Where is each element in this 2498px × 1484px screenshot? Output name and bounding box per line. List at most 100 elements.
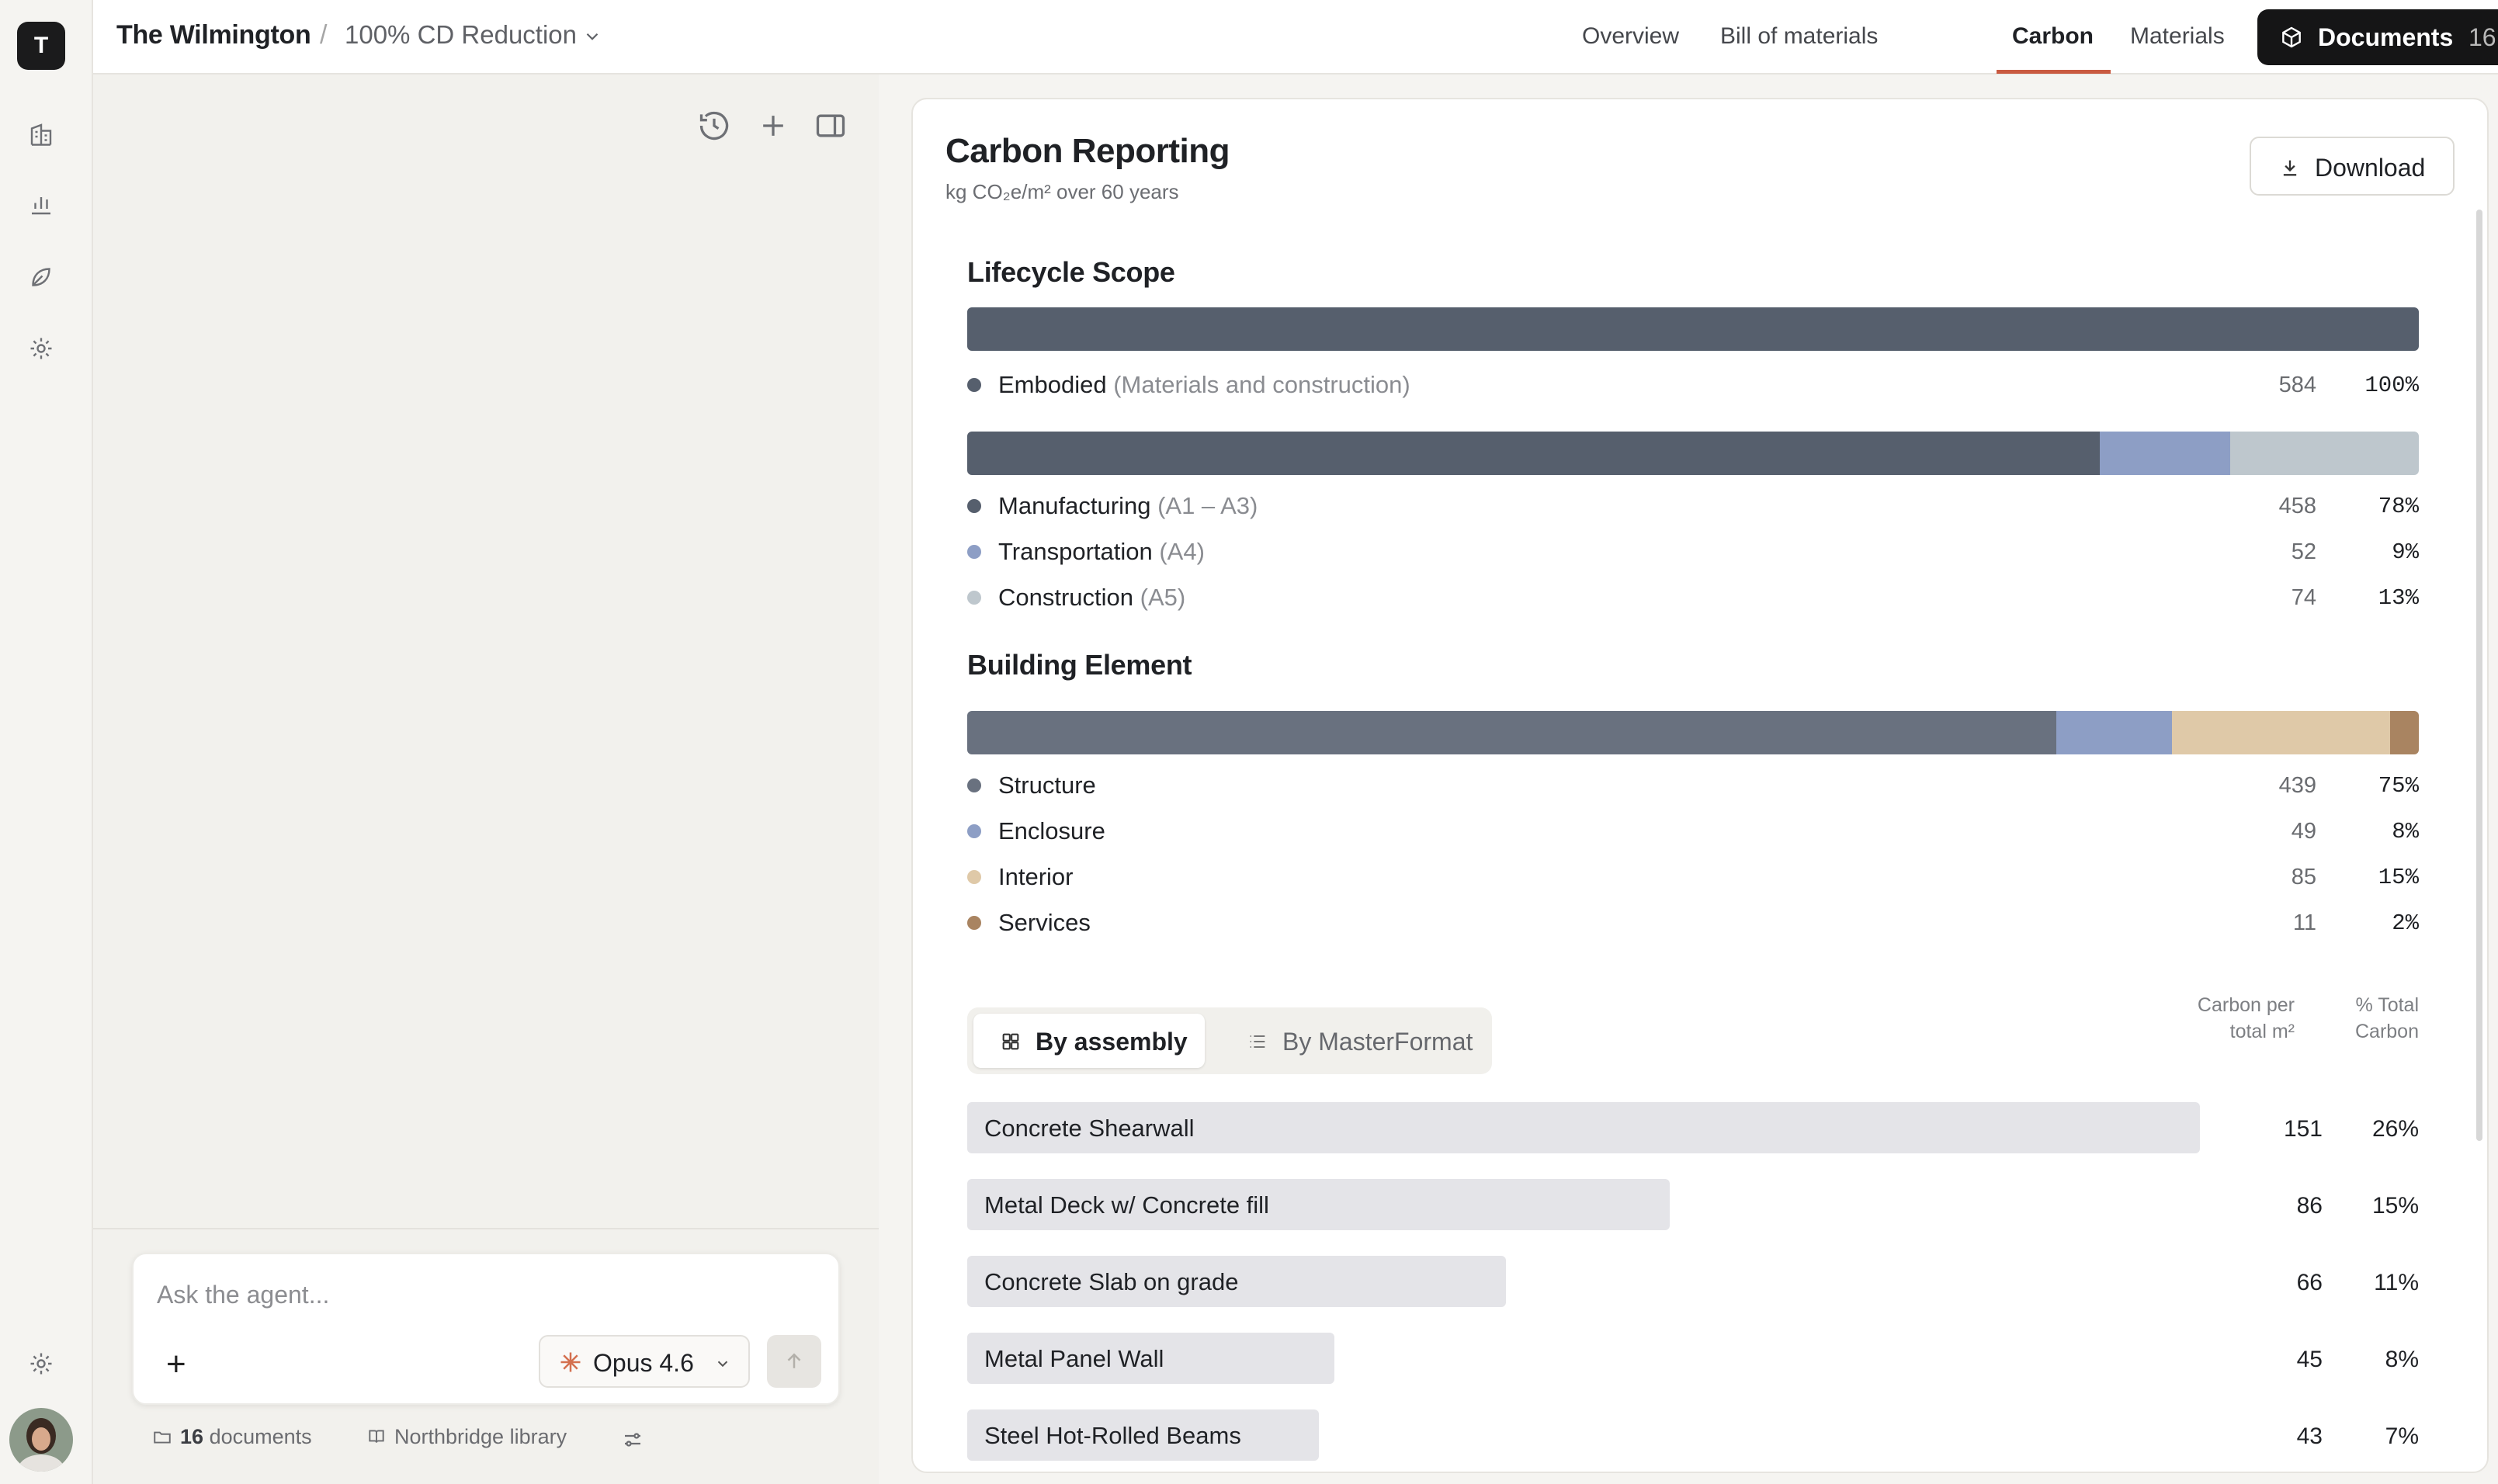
- cube-icon: [2282, 26, 2301, 48]
- left-rail: T: [0, 0, 93, 1484]
- new-chat-plus-icon[interactable]: [756, 109, 790, 143]
- documents-scope[interactable]: 16 documents: [152, 1425, 312, 1449]
- element-row: Enclosure 49 8%: [967, 814, 2419, 848]
- legend-dot: [967, 870, 981, 884]
- scope-documents-label: documents: [209, 1425, 312, 1448]
- stage-pct: 78%: [2378, 494, 2419, 519]
- assembly-pct: 8%: [2385, 1347, 2419, 1372]
- scope-documents-count: 16: [180, 1425, 204, 1448]
- list-icon: [1250, 1035, 1265, 1049]
- send-button[interactable]: [767, 1335, 821, 1388]
- download-button[interactable]: Download: [2250, 137, 2455, 196]
- tab-carbon[interactable]: Carbon: [2012, 23, 2094, 50]
- assembly-carbon-value: 151: [2283, 1116, 2323, 1142]
- model-selector[interactable]: Opus 4.6: [539, 1335, 750, 1388]
- element-segment[interactable]: [967, 711, 2056, 754]
- stage-pct: 13%: [2378, 585, 2419, 611]
- user-avatar[interactable]: [9, 1408, 73, 1472]
- assembly-row[interactable]: Concrete Shearwall 151 26%: [967, 1102, 2419, 1156]
- breadcrumb-separator: /: [320, 20, 328, 50]
- stage-pct: 9%: [2392, 539, 2419, 565]
- report-title: Carbon Reporting: [945, 132, 1230, 170]
- assembly-name: Concrete Shearwall: [984, 1115, 1195, 1142]
- stage-label: Construction: [998, 584, 1134, 611]
- element-segment[interactable]: [2389, 711, 2419, 754]
- assembly-name: Metal Panel Wall: [984, 1345, 1164, 1372]
- filter-sliders-icon[interactable]: [621, 1428, 644, 1451]
- lifecycle-heading: Lifecycle Scope: [967, 256, 1175, 288]
- variant-selector[interactable]: 100% CD Reduction: [345, 20, 577, 50]
- attach-plus-icon[interactable]: +: [166, 1347, 186, 1382]
- documents-count: 16: [2469, 23, 2496, 51]
- tab-materials[interactable]: Materials: [2130, 23, 2225, 50]
- workspace-logo[interactable]: T: [17, 22, 65, 70]
- history-icon[interactable]: [697, 109, 731, 143]
- building-icon[interactable]: [26, 120, 56, 149]
- grid-icon: [1002, 1033, 1019, 1050]
- stage-value: 74: [2291, 585, 2316, 610]
- element-value: 11: [2292, 910, 2316, 935]
- leaf-icon[interactable]: [26, 262, 56, 292]
- assembly-carbon-value: 86: [2296, 1193, 2323, 1219]
- stage-row: Construction (A5) 74 13%: [967, 581, 2419, 615]
- chevron-down-icon: [717, 1361, 728, 1368]
- toggle-panel-icon[interactable]: [814, 109, 848, 143]
- tab-overview[interactable]: Overview: [1582, 23, 1679, 50]
- element-pct: 2%: [2392, 910, 2419, 936]
- assembly-row[interactable]: Concrete Slab on grade 66 11%: [967, 1256, 2419, 1310]
- lifecycle-stage-bar: [967, 432, 2419, 475]
- element-value: 49: [2291, 819, 2316, 844]
- element-segment[interactable]: [2172, 711, 2390, 754]
- composer-divider: [93, 1228, 879, 1229]
- grouping-toggle: By assembly By MasterFormat: [967, 1007, 1492, 1074]
- stage-segment[interactable]: [2229, 432, 2419, 475]
- assembly-carbon-value: 45: [2296, 1347, 2323, 1372]
- element-label: Interior: [998, 863, 1074, 890]
- stage-label: Manufacturing: [998, 492, 1151, 519]
- by-assembly-toggle[interactable]: By assembly: [973, 1014, 1205, 1068]
- stage-segment[interactable]: [967, 432, 2100, 475]
- documents-label: Documents: [2318, 23, 2454, 51]
- project-name[interactable]: The Wilmington: [116, 20, 311, 50]
- assembly-pct: 7%: [2385, 1423, 2419, 1449]
- account-settings-icon[interactable]: [26, 1349, 56, 1378]
- chevron-down-icon[interactable]: [582, 26, 602, 47]
- stage-segment[interactable]: [2099, 432, 2230, 475]
- assembly-name: Metal Deck w/ Concrete fill: [984, 1191, 1269, 1219]
- assembly-row[interactable]: Metal Deck w/ Concrete fill 86 15%: [967, 1179, 2419, 1233]
- by-assembly-label: By assembly: [1036, 1028, 1188, 1056]
- element-value: 439: [2278, 773, 2316, 798]
- assembly-row[interactable]: Metal Panel Wall 45 8%: [967, 1333, 2419, 1387]
- assembly-carbon-value: 66: [2296, 1270, 2323, 1295]
- assembly-row[interactable]: Steel Hot-Rolled Beams 43 7%: [967, 1409, 2419, 1464]
- element-segment[interactable]: [2056, 711, 2173, 754]
- embodied-row: Embodied (Materials and construction) 58…: [967, 368, 2419, 402]
- stage-detail: (A1 – A3): [1157, 492, 1258, 519]
- element-label: Enclosure: [998, 817, 1105, 844]
- by-masterformat-toggle[interactable]: By MasterFormat: [1220, 1014, 1484, 1068]
- embodied-segment[interactable]: [967, 307, 2419, 351]
- tab-bill-of-materials[interactable]: Bill of materials: [1720, 23, 1878, 50]
- element-row: Structure 439 75%: [967, 768, 2419, 803]
- stage-value: 52: [2291, 539, 2316, 564]
- stage-row: Manufacturing (A1 – A3) 458 78%: [967, 489, 2419, 523]
- chart-icon[interactable]: [26, 189, 56, 219]
- assembly-pct: 26%: [2371, 1116, 2419, 1142]
- settings-gear-icon[interactable]: [26, 334, 56, 363]
- embodied-value: 584: [2278, 373, 2316, 397]
- model-sparkle-icon: [560, 1352, 581, 1372]
- documents-button[interactable]: Documents 16: [2257, 9, 2498, 65]
- library-scope[interactable]: Northbridge library: [366, 1425, 567, 1449]
- assembly-pct: 11%: [2374, 1270, 2419, 1295]
- model-name: Opus 4.6: [593, 1349, 694, 1377]
- workspace-logo-letter: T: [33, 33, 49, 58]
- embodied-detail: (Materials and construction): [1113, 371, 1410, 398]
- agent-input[interactable]: Ask the agent...: [157, 1281, 329, 1309]
- scrollbar[interactable]: [2476, 210, 2482, 1141]
- download-label: Download: [2315, 154, 2426, 182]
- element-value: 85: [2291, 865, 2316, 889]
- agent-composer: Ask the agent... + Opus 4.6: [132, 1253, 840, 1405]
- by-masterformat-label: By MasterFormat: [1282, 1028, 1473, 1056]
- stage-row: Transportation (A4) 52 9%: [967, 535, 2419, 569]
- legend-dot: [967, 778, 981, 792]
